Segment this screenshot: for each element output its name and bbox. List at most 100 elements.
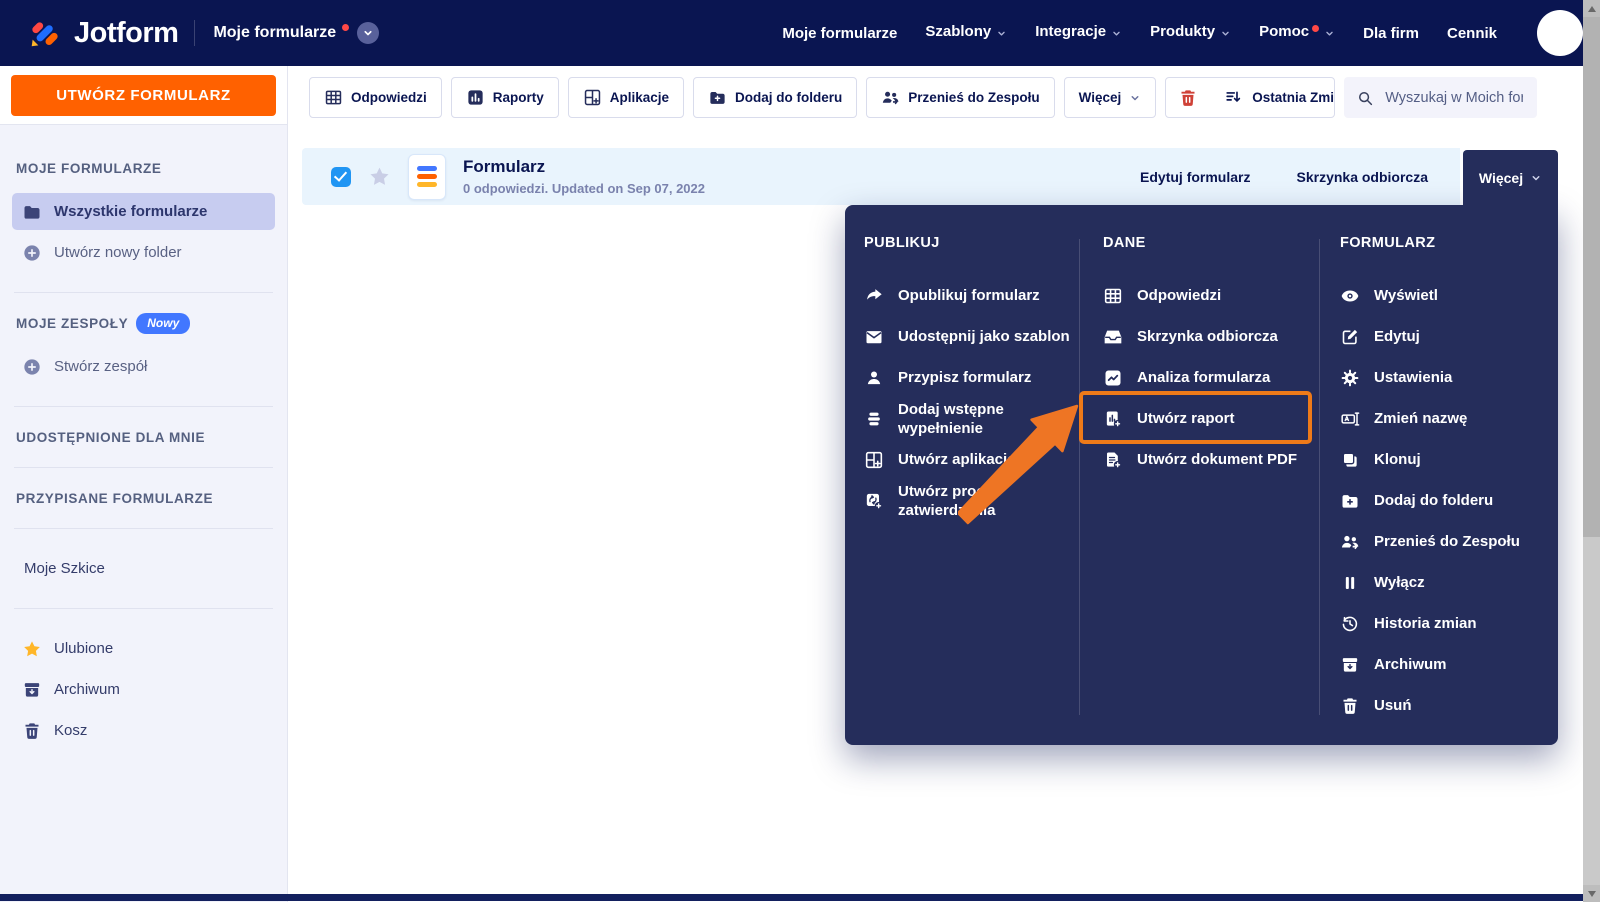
- menu-item-analiza-formularza[interactable]: Analiza formularza: [1103, 357, 1313, 398]
- menu-item-wylacz[interactable]: Wyłącz: [1340, 562, 1545, 603]
- new-badge: Nowy: [136, 312, 191, 334]
- menu-item-label: Utwórz dokument PDF: [1137, 451, 1297, 468]
- menu-item-label: Historia zmian: [1374, 615, 1477, 632]
- toolbar-button-wiecej[interactable]: Więcej: [1063, 77, 1157, 118]
- form-thumbnail-icon: [408, 153, 446, 200]
- sidebar-item-ulubione[interactable]: Ulubione: [12, 630, 275, 667]
- archive-icon: [22, 680, 42, 700]
- row-more-label: Więcej: [1478, 169, 1524, 186]
- menu-item-label: Wyświetl: [1374, 287, 1438, 304]
- menu-item-label: Przenieś do Zespołu: [1374, 533, 1520, 550]
- nav-item-dla-firm[interactable]: Dla firm: [1363, 25, 1419, 42]
- menu-item-klonuj[interactable]: Klonuj: [1340, 439, 1545, 480]
- menu-item-zmien-nazwe[interactable]: Zmień nazwę: [1340, 398, 1545, 439]
- nav-item-cennik[interactable]: Cennik: [1447, 25, 1497, 42]
- nav-item-label: Pomoc: [1259, 23, 1310, 40]
- delete-button[interactable]: [1166, 78, 1210, 117]
- chevron-down-icon[interactable]: [357, 22, 380, 44]
- menu-item-ustawienia[interactable]: Ustawienia: [1340, 357, 1545, 398]
- scrollbar[interactable]: [1583, 0, 1600, 902]
- form-title: Formularz: [463, 157, 546, 176]
- menu-item-utworz-dokument-pdf[interactable]: Utwórz dokument PDF: [1103, 439, 1313, 480]
- menu-item-label: Zmień nazwę: [1374, 410, 1468, 427]
- form-row[interactable]: Formularz 0 odpowiedzi. Updated on Sep 0…: [302, 148, 1460, 205]
- toolbar-button-odpowiedzi[interactable]: Odpowiedzi: [309, 77, 442, 118]
- edit-icon: [1340, 327, 1362, 347]
- menu-item-label: Dodaj do folderu: [1374, 492, 1494, 509]
- toolbar-button-raporty[interactable]: Raporty: [450, 77, 559, 118]
- prefill-icon: [864, 409, 886, 429]
- avatar[interactable]: [1537, 10, 1583, 56]
- sidebar-item-stworz-zespol[interactable]: Stwórz zespół: [12, 348, 275, 385]
- sidebar-item-moje-szkice[interactable]: Moje Szkice: [12, 550, 275, 587]
- sidebar-top: UTWÓRZ FORMULARZ: [0, 66, 287, 125]
- menu-item-usun[interactable]: Usuń: [1340, 685, 1545, 726]
- notification-dot: [1312, 25, 1320, 32]
- sidebar-item-kosz[interactable]: Kosz: [12, 712, 275, 749]
- favorite-star-icon[interactable]: [368, 165, 391, 188]
- menu-item-odpowiedzi[interactable]: Odpowiedzi: [1103, 275, 1313, 316]
- workspace-switcher[interactable]: Moje formularze: [213, 22, 380, 44]
- menu-item-dodaj-wstepne-wypelnienie[interactable]: Dodaj wstępne wypełnienie: [864, 398, 1072, 439]
- nav-item-moje-formularze[interactable]: Moje formularze: [782, 25, 897, 42]
- history-icon: [1340, 614, 1362, 634]
- toolbar-button-przenies-do-zespolu[interactable]: Przenieś do Zespołu: [866, 77, 1055, 118]
- toolbar-button-label: Aplikacje: [609, 90, 670, 105]
- row-more-button[interactable]: Więcej: [1463, 150, 1558, 205]
- row-action-skrzynka-odbiorcza[interactable]: Skrzynka odbiorcza: [1297, 169, 1429, 185]
- toolbar-button-aplikacje[interactable]: Aplikacje: [567, 77, 685, 118]
- menu-column-divider: [1079, 239, 1080, 715]
- star-icon: [22, 639, 42, 659]
- nav-item-szablony[interactable]: Szablony: [925, 23, 1007, 43]
- chevron-down-icon: [1324, 26, 1335, 43]
- menu-item-wyswietl[interactable]: Wyświetl: [1340, 275, 1545, 316]
- sidebar-item-wszystkie-formularze[interactable]: Wszystkie formularze: [12, 193, 275, 230]
- inbox-icon: [1103, 327, 1125, 347]
- nav-item-label: Moje formularze: [782, 24, 898, 42]
- nav-item-label: Szablony: [925, 23, 992, 40]
- toolbar-button-label: Przenieś do Zespołu: [908, 90, 1040, 105]
- menu-item-archiwum[interactable]: Archiwum: [1340, 644, 1545, 685]
- more-dropdown-menu: PUBLIKUJ Opublikuj formularz Udostępnij ja…: [845, 205, 1558, 745]
- menu-item-label: Skrzynka odbiorcza: [1137, 328, 1278, 345]
- menu-item-udostepnij-jako-szablon[interactable]: Udostępnij jako szablon: [864, 316, 1072, 357]
- sidebar: UTWÓRZ FORMULARZ MOJE FORMULARZE Wszystki…: [0, 66, 288, 902]
- row-action-edytuj-formularz[interactable]: Edytuj formularz: [1140, 169, 1250, 185]
- toolbar-button-dodaj-do-folderu[interactable]: Dodaj do folderu: [693, 77, 858, 118]
- menu-item-label: Opublikuj formularz: [898, 287, 1040, 304]
- nav-item-integracje[interactable]: Integracje: [1035, 23, 1122, 43]
- menu-item-historia-zmian[interactable]: Historia zmian: [1340, 603, 1545, 644]
- menu-item-label: Klonuj: [1374, 451, 1421, 468]
- menu-item-edytuj[interactable]: Edytuj: [1340, 316, 1545, 357]
- search-input[interactable]: [1383, 88, 1525, 107]
- menu-item-label: Wyłącz: [1374, 574, 1425, 591]
- search-box[interactable]: [1344, 77, 1537, 118]
- menu-item-przypisz-formularz[interactable]: Przypisz formularz: [864, 357, 1072, 398]
- jotform-logo-text: Jotform: [74, 16, 179, 49]
- nav-item-produkty[interactable]: Produkty: [1150, 23, 1231, 43]
- menu-item-utworz-aplikacje[interactable]: Utwórz aplikację: [864, 439, 1072, 480]
- pause-icon: [1340, 573, 1362, 593]
- form-row-texts: Formularz 0 odpowiedzi. Updated on Sep 0…: [463, 157, 705, 196]
- scrollbar-thumb[interactable]: [1583, 17, 1600, 537]
- create-form-button[interactable]: UTWÓRZ FORMULARZ: [11, 74, 276, 116]
- scroll-up-icon[interactable]: [1583, 0, 1600, 17]
- menu-item-skrzynka-odbiorcza[interactable]: Skrzynka odbiorcza: [1103, 316, 1313, 357]
- jotform-logo[interactable]: Jotform: [26, 14, 179, 52]
- scroll-down-icon[interactable]: [1583, 885, 1600, 902]
- menu-item-dodaj-do-folderu[interactable]: Dodaj do folderu: [1340, 480, 1545, 521]
- nav-item-pomoc[interactable]: Pomoc: [1259, 23, 1335, 43]
- assign-icon: [864, 368, 886, 388]
- team-icon: [1340, 532, 1362, 552]
- row-checkbox[interactable]: [331, 166, 351, 187]
- workspace-label: Moje formularze: [213, 24, 337, 41]
- menu-item-utworz-raport[interactable]: Utwórz raport: [1103, 398, 1313, 439]
- sidebar-item-utworz-nowy-folder[interactable]: Utwórz nowy folder: [12, 234, 275, 271]
- menu-item-opublikuj-formularz[interactable]: Opublikuj formularz: [864, 275, 1072, 316]
- sort-button[interactable]: Ostatnia Zmiana: [1210, 78, 1334, 117]
- navbar-menu: Moje formularze Szablony Integracje Produkt…: [782, 23, 1517, 43]
- navbar-divider: [194, 20, 196, 46]
- sidebar-item-archiwum[interactable]: Archiwum: [12, 671, 275, 708]
- menu-item-przenies-do-zespolu[interactable]: Przenieś do Zespołu: [1340, 521, 1545, 562]
- menu-item-utworz-proces-zatwierdzania[interactable]: Utwórz proces zatwierdzania: [864, 480, 1072, 521]
